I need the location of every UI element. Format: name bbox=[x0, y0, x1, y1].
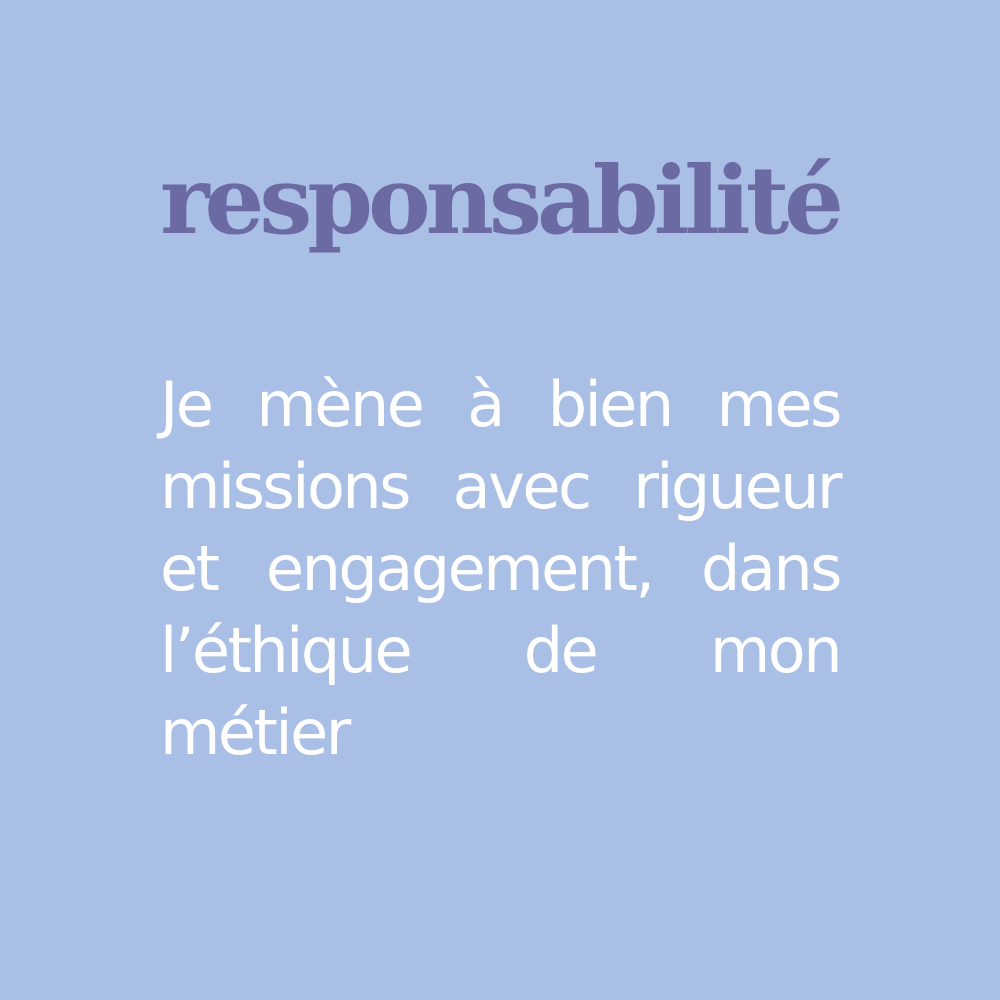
card-body-text: Je mène à bien mes missions avec rigueur… bbox=[160, 368, 843, 769]
value-card: responsabilité Je mène à bien mes missio… bbox=[0, 0, 1000, 1000]
card-title: responsabilité bbox=[160, 146, 844, 256]
